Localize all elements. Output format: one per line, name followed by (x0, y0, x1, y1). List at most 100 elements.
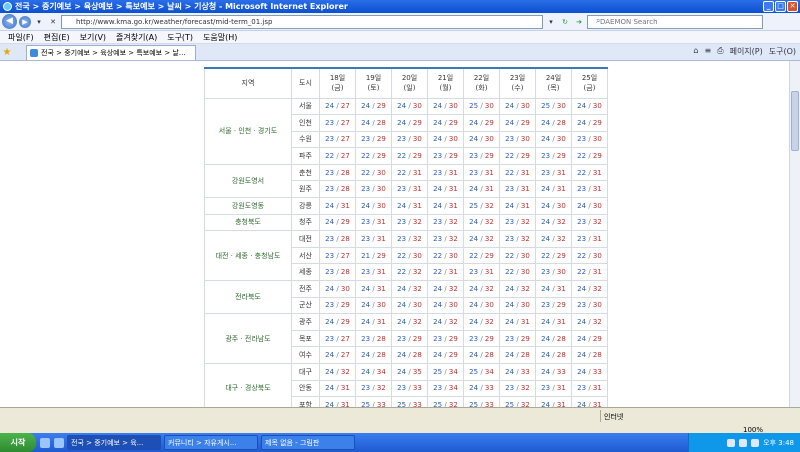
temp-separator: / (406, 135, 413, 144)
taskbar-task-button[interactable]: 제목 없음 - 그림판 (261, 435, 355, 450)
min-temp: 22 (397, 152, 407, 161)
menu-tools[interactable]: 도구(T) (167, 32, 193, 43)
url-input[interactable] (61, 14, 543, 29)
temp-cell: 24 / 31 (535, 180, 572, 199)
temp-cell: 23 / 31 (499, 180, 536, 199)
max-temp: 31 (556, 318, 566, 327)
min-temp: 23 (325, 334, 335, 343)
close-button[interactable]: ✕ (787, 1, 798, 12)
tray-volume-icon[interactable] (739, 438, 748, 447)
page-content: 지역 도시 18일 (금) 19일 (토) 20일 (일) 21일 (월) 22일 (화) 23일(… (0, 61, 789, 407)
max-temp: 29 (484, 118, 494, 127)
min-temp: 24 (397, 102, 407, 111)
temp-separator: / (334, 135, 341, 144)
min-temp: 23 (505, 334, 515, 343)
temp-separator: / (514, 201, 521, 210)
max-temp: 29 (556, 251, 566, 260)
taskbar-task-button[interactable]: 전국 > 중기예보 > 육... (67, 435, 161, 450)
url-dropdown-button[interactable]: ▾ (545, 15, 557, 29)
vertical-scrollbar[interactable] (789, 61, 800, 407)
max-temp: 30 (520, 268, 530, 277)
table-header-row: 지역 도시 18일 (금) 19일 (토) 20일 (일) 21일 (월) 22일 (화) 23일(… (204, 67, 608, 99)
max-temp: 30 (448, 301, 458, 310)
home-icon[interactable]: ⌂ (693, 46, 698, 57)
min-temp: 24 (541, 284, 551, 293)
min-temp: 24 (325, 102, 335, 111)
taskbar-task-button[interactable]: 커뮤니티 > 자유게시... (164, 435, 258, 450)
temp-cell: 23 / 32 (499, 213, 536, 232)
temp-cell: 23 / 29 (427, 147, 464, 165)
max-temp: 31 (376, 268, 386, 277)
min-temp: 22 (397, 268, 407, 277)
temp-separator: / (478, 118, 485, 127)
max-temp: 27 (340, 334, 350, 343)
min-temp: 24 (541, 201, 551, 210)
min-temp: 23 (505, 135, 515, 144)
temp-separator: / (514, 185, 521, 194)
temp-separator: / (406, 218, 413, 227)
temp-cell: 22 / 29 (391, 147, 428, 165)
min-temp: 23 (433, 235, 443, 244)
menu-help[interactable]: 도움말(H) (203, 32, 237, 43)
temp-separator: / (478, 201, 485, 210)
tray-network-icon[interactable] (727, 438, 736, 447)
minimize-button[interactable]: _ (763, 1, 774, 12)
temp-separator: / (586, 351, 593, 360)
temp-separator: / (550, 334, 557, 343)
history-dropdown-button[interactable]: ▾ (33, 15, 45, 29)
max-temp: 29 (448, 152, 458, 161)
temp-cell: 25 / 34 (427, 363, 464, 381)
temp-cell: 24 / 27 (319, 346, 356, 364)
temp-separator: / (550, 168, 557, 177)
temp-separator: / (442, 351, 449, 360)
menu-view[interactable]: 보기(V) (80, 32, 106, 43)
search-input[interactable] (587, 14, 763, 29)
page-menu-button[interactable]: 페이지(P) (730, 46, 763, 57)
temp-cell: 24 / 28 (571, 346, 608, 364)
max-temp: 29 (376, 135, 386, 144)
browser-tab[interactable]: 전국 > 중기예보 > 육상예보 > 특보예보 > 날... (26, 44, 196, 60)
max-temp: 32 (412, 235, 422, 244)
temp-cell: 24 / 29 (427, 346, 464, 364)
menu-favorites[interactable]: 즐겨찾기(A) (116, 32, 157, 43)
quicklaunch-desktop-icon[interactable] (54, 437, 64, 448)
go-button[interactable]: ➔ (573, 15, 585, 29)
menu-edit[interactable]: 편집(E) (44, 32, 70, 43)
temp-separator: / (478, 318, 485, 327)
tray-ime-icon[interactable] (751, 438, 760, 447)
temp-cell: 22 / 32 (391, 263, 428, 282)
feeds-icon[interactable]: ≡ (704, 46, 711, 57)
back-button[interactable]: ◀ (2, 14, 17, 29)
max-temp: 32 (340, 367, 350, 376)
min-temp: 24 (361, 351, 371, 360)
region-cell: 서울 · 인천 · 경기도 (204, 97, 292, 165)
city-cell: 강릉 (291, 197, 320, 215)
print-icon[interactable]: ⎙ (717, 46, 723, 57)
max-temp: 31 (556, 185, 566, 194)
favorites-star-icon[interactable]: ★ (0, 47, 14, 58)
stop-button[interactable]: ✕ (47, 15, 59, 29)
refresh-icon[interactable]: ↻ (559, 15, 571, 29)
min-temp: 24 (577, 334, 587, 343)
tools-menu-button[interactable]: 도구(O) (769, 46, 796, 57)
temp-separator: / (406, 102, 413, 111)
min-temp: 24 (469, 318, 479, 327)
temp-separator: / (586, 268, 593, 277)
max-temp: 30 (520, 135, 530, 144)
max-temp: 30 (592, 301, 602, 310)
menu-file[interactable]: 파일(F) (8, 32, 34, 43)
forward-button[interactable]: ▶ (19, 15, 31, 28)
max-temp: 28 (340, 168, 350, 177)
window-titlebar[interactable]: 전국 > 중기예보 > 육상예보 > 특보예보 > 날씨 > 기상청 - Mic… (0, 0, 800, 13)
max-temp: 31 (592, 235, 602, 244)
temp-separator: / (586, 384, 593, 393)
max-temp: 31 (592, 185, 602, 194)
max-temp: 29 (340, 218, 350, 227)
max-temp: 29 (376, 152, 386, 161)
maximize-button[interactable]: □ (775, 1, 786, 12)
temp-cell: 23 / 29 (355, 130, 392, 149)
scrollbar-thumb[interactable] (791, 91, 799, 151)
quicklaunch-ie-icon[interactable] (40, 437, 50, 448)
header-weekday: (금) (583, 84, 596, 93)
start-button[interactable]: 시작 (0, 433, 36, 452)
